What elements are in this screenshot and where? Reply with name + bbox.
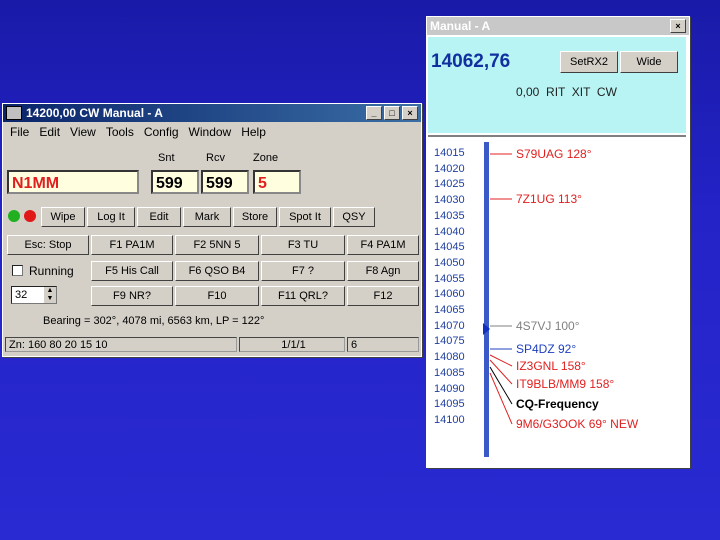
f12-button[interactable]: F12: [347, 286, 419, 306]
menu-edit[interactable]: Edit: [39, 125, 60, 139]
app-icon: [6, 106, 22, 120]
red-status-icon: [24, 210, 36, 222]
menu-config[interactable]: Config: [144, 125, 179, 139]
f9-button[interactable]: F9 NR?: [91, 286, 173, 306]
esc-stop-button[interactable]: Esc: Stop: [7, 235, 89, 255]
callsign-field[interactable]: N1MM: [7, 170, 139, 194]
mark-button[interactable]: Mark: [183, 207, 231, 227]
snt-field[interactable]: 599: [151, 170, 199, 194]
spot-leader-lines: [489, 153, 513, 425]
setrx2-button[interactable]: SetRX2: [560, 51, 618, 73]
rcv-field[interactable]: 599: [201, 170, 249, 194]
menu-view[interactable]: View: [70, 125, 96, 139]
f7-button[interactable]: F7 ?: [261, 261, 345, 281]
entry-title: 14200,00 CW Manual - A: [26, 106, 163, 120]
f1-button[interactable]: F1 PA1M: [91, 235, 173, 255]
spot-3[interactable]: 4S7VJ 100°: [516, 319, 580, 333]
spot-6[interactable]: IT9BLB/MM9 158°: [516, 377, 614, 391]
speed-value: 32: [15, 289, 28, 301]
bandmap-window: Manual - A × 14062,76 SetRX2 Wide 0,00 R…: [426, 16, 690, 468]
bandmap-indicators: 0,00 RIT XIT CW: [516, 85, 617, 99]
f11-button[interactable]: F11 QRL?: [261, 286, 345, 306]
spot-it-button[interactable]: Spot It: [279, 207, 331, 227]
bearing-text: Bearing = 302°, 4078 mi, 6563 km, LP = 1…: [43, 315, 265, 327]
f8-button[interactable]: F8 Agn: [347, 261, 419, 281]
bandmap-titlebar[interactable]: Manual - A ×: [427, 17, 689, 35]
bandmap-close-button[interactable]: ×: [670, 19, 686, 33]
speed-spinner[interactable]: 32 ▲ ▼: [11, 286, 57, 304]
minimize-button[interactable]: _: [366, 106, 382, 120]
green-status-icon: [8, 210, 20, 222]
f10-button[interactable]: F10: [175, 286, 259, 306]
zone-label: Zone: [253, 152, 279, 164]
spot-1[interactable]: S79UAG 128°: [516, 147, 592, 161]
qsy-button[interactable]: QSY: [333, 207, 375, 227]
snt-label: Snt: [158, 152, 175, 164]
rcv-label: Rcv: [206, 152, 225, 164]
log-it-button[interactable]: Log It: [87, 207, 135, 227]
status-zones: Zn: 160 80 20 15 10: [5, 337, 237, 352]
menu-bar: File Edit View Tools Config Window Help: [3, 122, 421, 142]
menu-tools[interactable]: Tools: [106, 125, 134, 139]
f2-button[interactable]: F2 5NN 5: [175, 235, 259, 255]
bandmap-scale-area[interactable]: 14015 14020 14025 14030 14035 14040 14045 14050…: [428, 135, 686, 465]
status-counts: 1/1/1: [239, 337, 345, 352]
f4-button[interactable]: F4 PA1M: [347, 235, 419, 255]
bandmap-title: Manual - A: [430, 19, 491, 33]
status-number: 6: [347, 337, 419, 352]
spot-2[interactable]: 7Z1UG 113°: [516, 192, 582, 206]
zone-field[interactable]: 5: [253, 170, 301, 194]
store-button[interactable]: Store: [233, 207, 277, 227]
f3-button[interactable]: F3 TU: [261, 235, 345, 255]
f6-button[interactable]: F6 QSO B4: [175, 261, 259, 281]
close-button[interactable]: ×: [402, 106, 418, 120]
spot-4[interactable]: SP4DZ 92°: [516, 342, 576, 356]
wide-button[interactable]: Wide: [620, 51, 678, 73]
bandmap-frequency: 14062,76: [431, 51, 511, 72]
entry-titlebar[interactable]: 14200,00 CW Manual - A _ □ ×: [3, 104, 421, 122]
running-label: Running: [29, 264, 74, 278]
spot-7[interactable]: CQ-Frequency: [516, 397, 599, 411]
f5-button[interactable]: F5 His Call: [91, 261, 173, 281]
spinner-arrows-icon[interactable]: ▲ ▼: [44, 287, 56, 303]
spot-5[interactable]: IZ3GNL 158°: [516, 359, 586, 373]
menu-window[interactable]: Window: [189, 125, 232, 139]
wipe-button[interactable]: Wipe: [41, 207, 85, 227]
bandmap-header: 14062,76 SetRX2 Wide 0,00 RIT XIT CW: [428, 37, 686, 133]
spot-8[interactable]: 9M6/G3OOK 69° NEW: [516, 417, 638, 431]
menu-help[interactable]: Help: [241, 125, 266, 139]
maximize-button[interactable]: □: [384, 106, 400, 120]
running-checkbox[interactable]: [12, 265, 23, 276]
entry-window: 14200,00 CW Manual - A _ □ × File Edit V…: [2, 103, 422, 357]
menu-file[interactable]: File: [10, 125, 29, 139]
edit-button[interactable]: Edit: [137, 207, 181, 227]
